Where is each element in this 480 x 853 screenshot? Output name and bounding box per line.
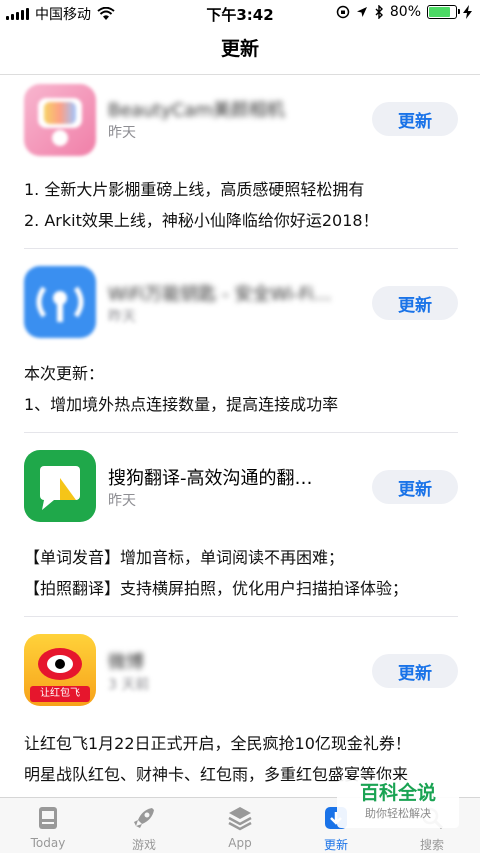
- tab-label: 搜索: [419, 838, 444, 852]
- status-right: 80%: [336, 4, 472, 20]
- release-notes: 【单词发音】增加音标，单词阅读不再困难； 【拍照翻译】支持横屏拍照，优化用户扫描…: [24, 542, 408, 604]
- orientation-lock-icon: [336, 5, 350, 19]
- watermark: 百科全说 助你轻松解决: [337, 780, 459, 828]
- update-button[interactable]: 更新: [372, 470, 458, 504]
- tab-games[interactable]: 游戏: [96, 804, 192, 853]
- tab-apps[interactable]: App: [192, 804, 288, 850]
- watermark-subtitle: 助你轻松解决: [365, 807, 431, 820]
- release-note-line: 【拍照翻译】支持横屏拍照，优化用户扫描拍译体验；: [24, 579, 409, 598]
- wifi-key-icon: [36, 286, 84, 322]
- tab-label: 更新: [323, 838, 348, 852]
- release-note-line: 1、增加境外热点连接数量，提高连接成功率: [24, 395, 339, 414]
- today-icon: [39, 807, 57, 829]
- beautycam-app-icon[interactable]: [24, 84, 96, 156]
- release-note-line: 1. 全新大片影棚重磅上线，高质感硬照轻松拥有: [24, 180, 365, 199]
- app-date: 昨天: [108, 125, 136, 141]
- release-note-line: 【单词发音】增加音标，单词阅读不再困难；: [24, 548, 345, 567]
- nav-divider: [0, 74, 480, 75]
- release-note-line: 2. Arkit效果上线，神秘小仙降临给你好运2018！: [24, 211, 379, 230]
- entry-divider: [24, 432, 458, 433]
- release-note-line: 让红包飞1月22日正式开启，全民疯抢10亿现金礼券！: [24, 734, 411, 753]
- chat-bubble-icon: [40, 466, 80, 510]
- weibo-app-icon[interactable]: 让红包飞: [24, 634, 96, 706]
- app-name: BeautyCam美颜相机: [108, 100, 285, 121]
- app-name: 搜狗翻译-高效沟通的翻…: [108, 468, 313, 489]
- battery-percent: 80%: [389, 4, 421, 20]
- bluetooth-icon: [375, 5, 383, 19]
- status-bar: 中国移动 下午3:42 80%: [0, 0, 480, 26]
- tab-label: 游戏: [131, 838, 156, 852]
- weibo-icon-text: 让红包飞: [30, 686, 90, 702]
- app-date: 昨天: [108, 309, 136, 325]
- app-name: 微博: [108, 652, 144, 673]
- tab-label: App: [228, 836, 252, 850]
- location-icon: [356, 7, 367, 17]
- page-title: 更新: [220, 38, 259, 60]
- update-button[interactable]: 更新: [372, 286, 458, 320]
- wifi-app-icon[interactable]: [24, 266, 96, 338]
- tab-label: Today: [30, 836, 66, 850]
- release-notes: 本次更新： 1、增加境外热点连接数量，提高连接成功率: [24, 358, 338, 420]
- entry-divider: [24, 248, 458, 249]
- charging-icon: [463, 5, 472, 19]
- tab-today[interactable]: Today: [0, 804, 96, 850]
- entry-divider: [24, 616, 458, 617]
- update-button[interactable]: 更新: [372, 654, 458, 688]
- update-button[interactable]: 更新: [372, 102, 458, 136]
- watermark-title: 百科全说: [359, 782, 436, 804]
- app-name: WiFi万能钥匙 - 安全Wi-Fi…: [108, 284, 332, 305]
- release-note-line: 本次更新：: [24, 364, 105, 383]
- sogou-translate-app-icon[interactable]: [24, 450, 96, 522]
- rocket-icon: [134, 808, 154, 828]
- app-date: 昨天: [108, 493, 136, 509]
- battery-icon: [427, 5, 460, 19]
- release-notes: 1. 全新大片影棚重磅上线，高质感硬照轻松拥有 2. Arkit效果上线，神秘小…: [24, 174, 379, 236]
- layers-icon: [228, 807, 252, 831]
- app-date: 3 天前: [108, 677, 150, 693]
